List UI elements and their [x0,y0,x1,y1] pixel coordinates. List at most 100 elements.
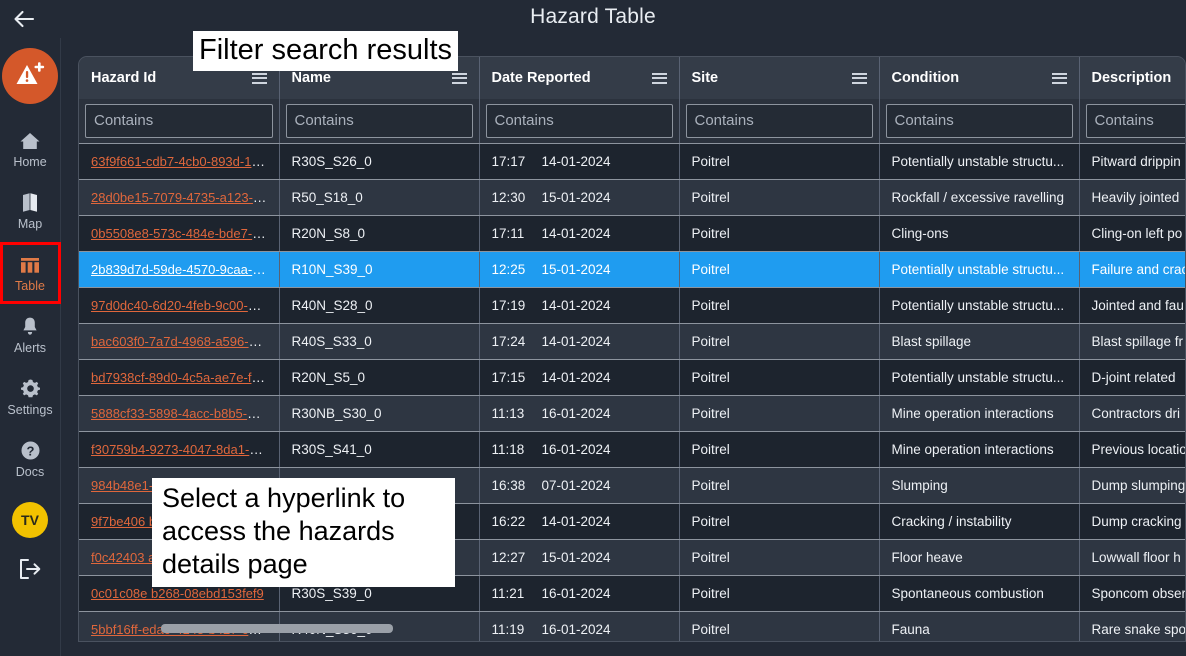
horizontal-scrollbar[interactable] [161,624,1185,633]
cell-description: Cling-on left po [1079,215,1185,252]
sidebar-item-home[interactable]: Home [0,118,61,180]
search-input-site[interactable]: Contains [685,103,873,138]
cell-site: Poitrel [679,395,880,432]
avatar[interactable]: TV [12,502,48,538]
cell-date: 14-01-2024 [541,333,611,349]
hazard-id-link[interactable]: bd7938cf-89d0-4c5a-ae7e-fac5fad3415e [91,370,278,385]
cell-hazard-id: bd7938cf-89d0-4c5a-ae7e-fac5fad3415e [79,359,280,396]
hamburger-menu-icon[interactable] [451,72,467,84]
cell-condition: Potentially unstable structu... [879,359,1080,396]
cell-hazard-id: bac603f0-7a7d-4968-a596-2c40c2ca71f4 [79,323,280,360]
cell-condition: Potentially unstable structu... [879,143,1080,180]
cell-hazard-id: 5888cf33-5898-4acc-b8b5-6b06e353975f [79,395,280,432]
cell-name: R30S_S26_0 [279,143,480,180]
column-label-date-reported: Date Reported [491,70,591,86]
table-row[interactable]: 2b839d7d-59de-4570-9caa-e03acc94c74eR10N… [79,251,1185,288]
cell-site: Poitrel [679,143,880,180]
table-row[interactable]: 97d0dc40-6d20-4feb-9c00-a132034b405cR40N… [79,287,1185,324]
question-icon: ? [20,439,41,462]
hazard-id-link[interactable]: f30759b4-9273-4047-8da1-897fd1f2ca5f [91,442,278,457]
table-row[interactable]: bd7938cf-89d0-4c5a-ae7e-fac5fad3415eR20N… [79,359,1185,396]
column-label-hazard-id: Hazard Id [91,70,157,86]
hazard-id-link[interactable]: 2b839d7d-59de-4570-9caa-e03acc94c74e [91,262,278,277]
svg-text:?: ? [26,443,34,458]
cell-time: 11:13 [491,405,525,421]
logout-icon [18,558,42,585]
cell-time: 16:22 [491,513,526,529]
hazard-id-link[interactable]: 28d0be15-7079-4735-a123-3e0bbc1b1557 [91,190,278,205]
cell-description: Lowwall floor h [1079,539,1185,576]
table-row[interactable]: 28d0be15-7079-4735-a123-3e0bbc1b1557R50_… [79,179,1185,216]
hazard-id-link[interactable]: 97d0dc40-6d20-4feb-9c00-a132034b405c [91,298,278,313]
cell-date-reported: 17:11 14-01-2024 [479,215,680,252]
sidebar-item-map[interactable]: Map [0,180,61,242]
hazard-id-link[interactable]: 63f9f661-cdb7-4cb0-893d-180cdb3d869e [91,154,278,169]
cell-description: Sponcom obser [1079,575,1185,612]
home-icon [19,129,41,152]
cell-name: R10N_S39_0 [279,251,480,288]
cell-date: 14-01-2024 [541,153,611,169]
column-label-site: Site [691,70,719,86]
column-label-description: Description [1091,70,1172,86]
hamburger-menu-icon[interactable] [1051,72,1067,84]
hazard-add-logo[interactable] [2,48,58,104]
cell-site: Poitrel [679,503,880,540]
filter-cell-condition: Contains [879,99,1080,144]
cell-name: R40N_S28_0 [279,287,480,324]
cell-date: 14-01-2024 [541,513,611,529]
hamburger-menu-icon[interactable] [651,72,667,84]
hazard-id-link[interactable]: bac603f0-7a7d-4968-a596-2c40c2ca71f4 [91,334,278,349]
sidebar-item-label-table: Table [15,279,45,293]
cell-date: 14-01-2024 [541,369,611,385]
cell-condition: Potentially unstable structu... [879,287,1080,324]
filter-cell-name: Contains [279,99,480,144]
hamburger-menu-icon[interactable] [851,72,867,84]
cell-date-reported: 17:17 14-01-2024 [479,143,680,180]
filter-cell-date-reported: Contains [479,99,680,144]
column-header-description[interactable]: Description [1079,57,1185,99]
cell-date-reported: 16:22 14-01-2024 [479,503,680,540]
search-input-name[interactable]: Contains [285,103,473,138]
cell-date: 14-01-2024 [541,297,611,313]
hazard-id-link[interactable]: 0b5508e8-573c-484e-bde7-087e00336e0b [91,226,278,241]
cell-condition: Mine operation interactions [879,395,1080,432]
sidebar-item-table[interactable]: Table [0,242,61,304]
cell-time: 17:15 [491,369,526,385]
search-input-hazard-id[interactable]: Contains [85,103,273,138]
table-row[interactable]: 63f9f661-cdb7-4cb0-893d-180cdb3d869eR30S… [79,143,1185,180]
table-row[interactable]: f30759b4-9273-4047-8da1-897fd1f2ca5fR30S… [79,431,1185,468]
annotation-filter-search-results: Filter search results [193,31,459,71]
sidebar-item-docs[interactable]: ? Docs [0,428,61,490]
cell-site: Poitrel [679,359,880,396]
cell-date-reported: 11:18 16-01-2024 [479,431,680,468]
cell-hazard-id: 0b5508e8-573c-484e-bde7-087e00336e0b [79,215,280,252]
column-header-condition[interactable]: Condition [879,57,1080,99]
hazard-id-link[interactable]: 0c01c08e b268-08ebd153fef9 [91,586,264,601]
hamburger-menu-icon[interactable] [251,72,267,84]
cell-time: 12:30 [491,189,526,205]
cell-date-reported: 11:21 16-01-2024 [479,575,680,612]
bell-icon [20,315,40,338]
search-input-description[interactable]: Contains [1085,103,1185,138]
search-input-date-reported[interactable]: Contains [485,103,673,138]
sidebar-item-settings[interactable]: Settings [0,366,61,428]
cell-hazard-id: f30759b4-9273-4047-8da1-897fd1f2ca5f [79,431,280,468]
table-row[interactable]: 0b5508e8-573c-484e-bde7-087e00336e0bR20N… [79,215,1185,252]
filter-row: Contains Contains Contains Contains Cont… [79,99,1185,144]
scrollbar-thumb[interactable] [161,624,393,633]
page-title: Hazard Table [530,5,656,28]
column-header-date-reported[interactable]: Date Reported [479,57,680,99]
cell-name: R30NB_S30_0 [279,395,480,432]
column-label-condition: Condition [891,70,960,86]
search-input-condition[interactable]: Contains [885,103,1073,138]
sidebar-item-label-map: Map [17,217,43,231]
column-header-site[interactable]: Site [679,57,880,99]
sidebar-item-alerts[interactable]: Alerts [0,304,61,366]
table-row[interactable]: 5888cf33-5898-4acc-b8b5-6b06e353975fR30N… [79,395,1185,432]
logout-button[interactable] [15,558,45,584]
annotation-select-hyperlink: Select a hyperlink to access the hazards… [152,478,455,587]
hazard-id-link[interactable]: 5888cf33-5898-4acc-b8b5-6b06e353975f [91,406,278,421]
table-row[interactable]: bac603f0-7a7d-4968-a596-2c40c2ca71f4R40S… [79,323,1185,360]
cell-description: Jointed and fau [1079,287,1185,324]
cell-date: 15-01-2024 [541,189,611,205]
